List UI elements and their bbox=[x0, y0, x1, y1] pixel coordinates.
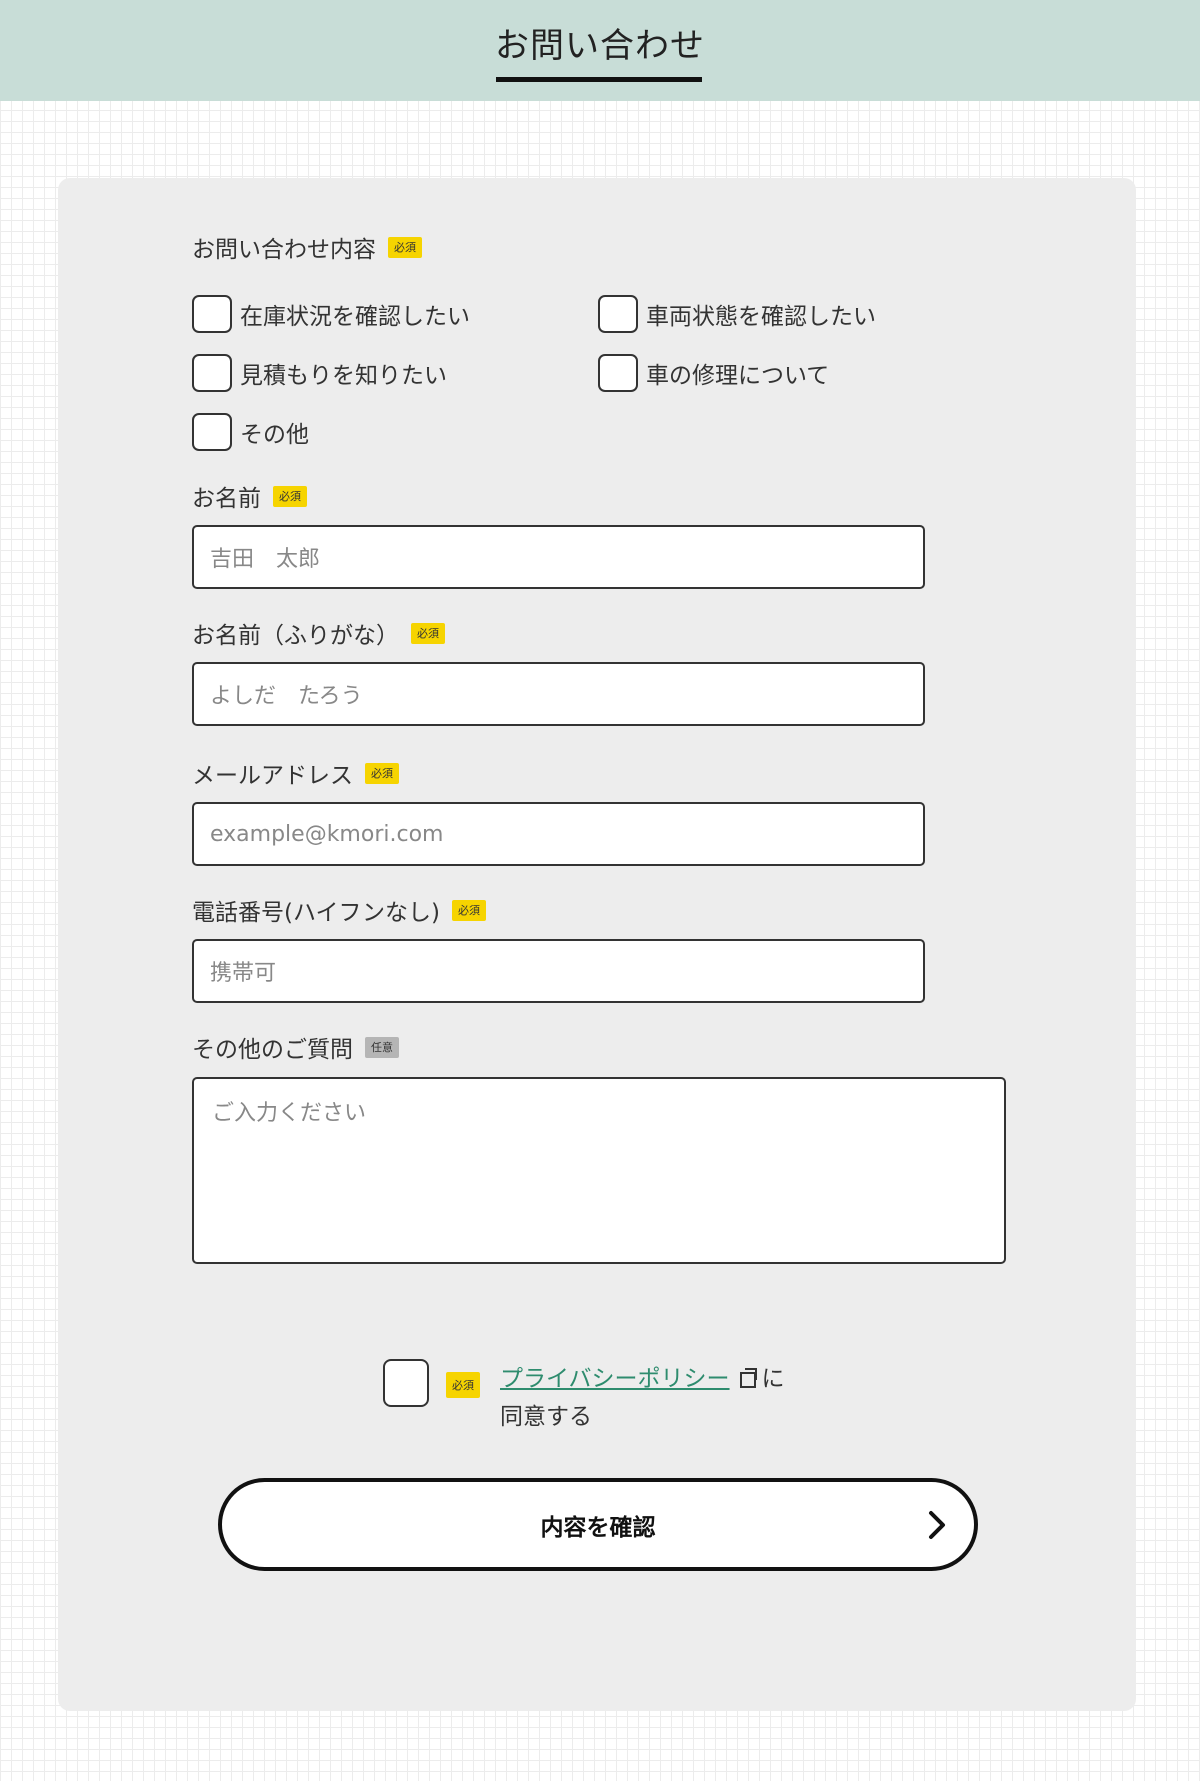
kana-label-row: お名前（ふりがな） 必須 bbox=[192, 616, 445, 650]
phone-input[interactable]: 携帯可 bbox=[192, 939, 925, 1003]
required-badge: 必須 bbox=[451, 899, 486, 921]
privacy-checkbox[interactable] bbox=[383, 1359, 429, 1407]
kana-label: お名前（ふりがな） bbox=[192, 623, 399, 649]
questions-textarea[interactable]: ご入力ください bbox=[192, 1077, 1006, 1264]
privacy-policy-link[interactable]: プライバシーポリシー bbox=[500, 1366, 730, 1392]
kana-input[interactable]: よしだ たろう bbox=[192, 662, 925, 726]
chevron-right-icon bbox=[929, 1511, 945, 1539]
checkbox-label: 車両状態を確認したい bbox=[646, 304, 876, 330]
inquiry-label-row: お問い合わせ内容 必須 bbox=[192, 230, 422, 264]
checkbox-box[interactable] bbox=[192, 295, 232, 333]
optional-badge: 任意 bbox=[365, 1036, 399, 1058]
privacy-suffix: に bbox=[761, 1366, 785, 1392]
required-badge: 必須 bbox=[365, 762, 399, 784]
phone-placeholder: 携帯可 bbox=[210, 961, 277, 986]
name-placeholder: 吉田 太郎 bbox=[210, 547, 321, 572]
checkbox-label: その他 bbox=[240, 422, 309, 448]
page-header: お問い合わせ bbox=[0, 0, 1200, 101]
checkbox-box[interactable] bbox=[598, 354, 638, 392]
questions-placeholder: ご入力ください bbox=[212, 1101, 367, 1126]
title-underline bbox=[496, 77, 702, 82]
name-label-row: お名前 必須 bbox=[192, 479, 307, 513]
checkbox-label: 見積もりを知りたい bbox=[240, 363, 447, 389]
required-badge: 必須 bbox=[273, 485, 307, 507]
required-badge: 必須 bbox=[388, 236, 422, 258]
required-badge: 必須 bbox=[446, 1372, 480, 1398]
name-label: お名前 bbox=[192, 486, 261, 512]
checkbox-vehicle-condition[interactable]: 車両状態を確認したい bbox=[598, 295, 876, 333]
checkbox-box[interactable] bbox=[598, 295, 638, 333]
questions-label: その他のご質問 bbox=[192, 1037, 353, 1063]
checkbox-stock[interactable]: 在庫状況を確認したい bbox=[192, 295, 470, 333]
kana-placeholder: よしだ たろう bbox=[210, 684, 363, 709]
external-link-icon bbox=[739, 1368, 757, 1388]
phone-label: 電話番号(ハイフンなし) bbox=[192, 900, 440, 926]
inquiry-label: お問い合わせ内容 bbox=[192, 237, 376, 263]
checkbox-other[interactable]: その他 bbox=[192, 413, 309, 451]
phone-label-row: 電話番号(ハイフンなし) 必須 bbox=[192, 893, 486, 927]
checkbox-label: 在庫状況を確認したい bbox=[240, 304, 470, 330]
name-input[interactable]: 吉田 太郎 bbox=[192, 525, 925, 589]
checkbox-repair[interactable]: 車の修理について bbox=[598, 354, 829, 392]
email-label: メールアドレス bbox=[192, 763, 353, 789]
email-input[interactable]: example@kmori.com bbox=[192, 802, 925, 866]
email-placeholder: example@kmori.com bbox=[210, 821, 444, 847]
email-label-row: メールアドレス 必須 bbox=[192, 756, 399, 790]
checkbox-box[interactable] bbox=[192, 413, 232, 451]
checkbox-estimate[interactable]: 見積もりを知りたい bbox=[192, 354, 447, 392]
checkbox-box[interactable] bbox=[192, 354, 232, 392]
privacy-agree-text: 同意する bbox=[500, 1404, 592, 1430]
checkbox-label: 車の修理について bbox=[646, 363, 830, 389]
required-badge: 必須 bbox=[411, 622, 445, 644]
questions-label-row: その他のご質問 任意 bbox=[192, 1030, 399, 1064]
privacy-consent-text: プライバシーポリシー に 同意する bbox=[500, 1360, 830, 1436]
confirm-button-label: 内容を確認 bbox=[540, 1514, 656, 1541]
confirm-button[interactable]: 内容を確認 bbox=[218, 1478, 978, 1571]
page-title: お問い合わせ bbox=[495, 26, 705, 66]
